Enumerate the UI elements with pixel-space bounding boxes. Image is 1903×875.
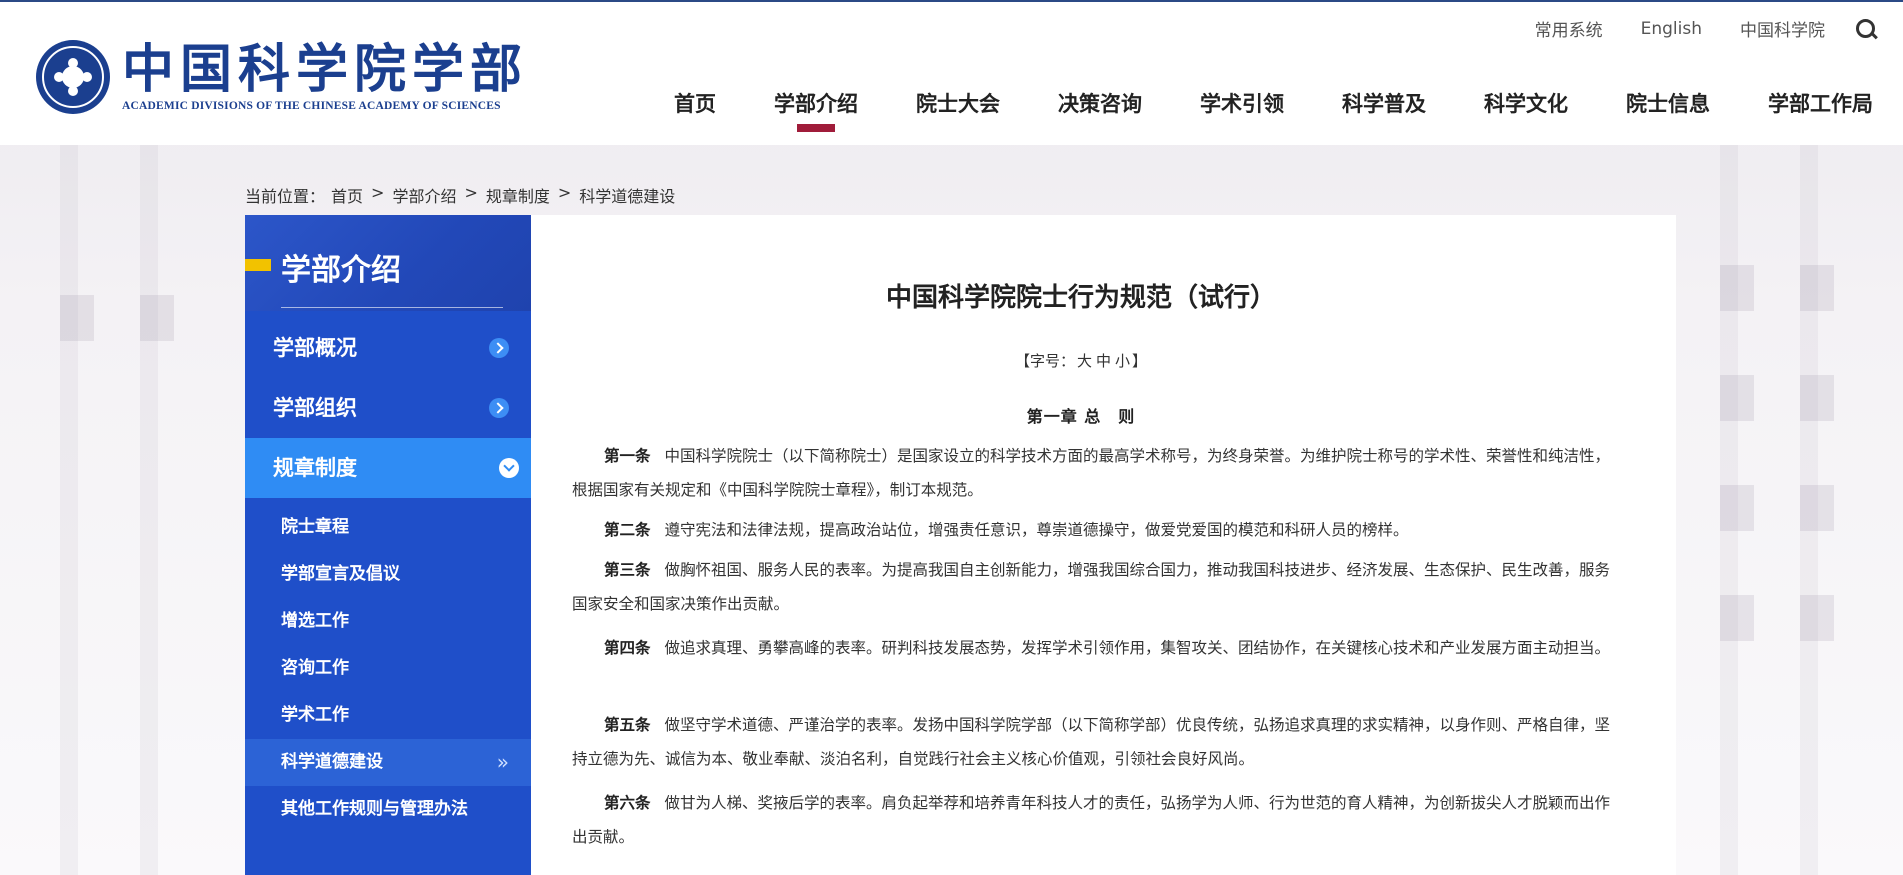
article-text: 做坚守学术道德、严谨治学的表率。发扬中国科学院学部（以下简称学部）优良传统，弘扬…: [572, 716, 1611, 768]
logo-chinese-name: 中国科学院学部: [122, 39, 529, 100]
site-header: 中国科学院学部 ACADEMIC DIVISIONS OF THE CHINES…: [0, 0, 1903, 145]
font-size-label: 【字号：: [1014, 352, 1075, 370]
double-chevron-right-icon: »: [496, 750, 509, 774]
submenu-item-label: 学部宣言及倡议: [281, 564, 400, 584]
nav-home[interactable]: 首页: [674, 88, 716, 118]
article-label: 第一条: [604, 447, 651, 465]
article-text: 做甘为人梯、奖掖后学的表率。肩负起举荐和培养青年科技人才的责任，弘扬学为人师、行…: [572, 794, 1611, 846]
nav-science-popularization[interactable]: 科学普及: [1342, 88, 1426, 118]
breadcrumb-current[interactable]: 科学道德建设: [579, 183, 675, 207]
font-size-small[interactable]: 小: [1115, 352, 1130, 370]
article-paragraph: 第四条 做追求真理、勇攀高峰的表率。研判科技发展态势，发挥学术引领作用，集智攻关、…: [572, 631, 1617, 665]
submenu-item-other-rules[interactable]: 其他工作规则与管理办法: [245, 786, 531, 833]
article-paragraph: 第五条 做坚守学术道德、严谨治学的表率。发扬中国科学院学部（以下简称学部）优良传统…: [572, 708, 1617, 776]
breadcrumb-sep: >: [557, 183, 572, 202]
logo-english-name: ACADEMIC DIVISIONS OF THE CHINESE ACADEM…: [122, 100, 501, 112]
sidebar-title: 学部介绍: [281, 253, 401, 288]
breadcrumb: 当前位置： 首页 > 学部介绍 > 规章制度 > 科学道德建设: [245, 183, 675, 207]
submenu-item-charter[interactable]: 院士章程: [245, 504, 531, 551]
article-label: 第六条: [604, 794, 651, 812]
search-icon[interactable]: [1855, 18, 1877, 40]
sidebar-item-regulations[interactable]: 规章制度: [245, 438, 541, 498]
submenu-item-label: 咨询工作: [281, 658, 349, 678]
submenu-item-academic[interactable]: 学术工作: [245, 692, 531, 739]
submenu-item-election[interactable]: 增选工作: [245, 598, 531, 645]
submenu-item-ethics[interactable]: 科学道德建设 »: [245, 739, 531, 786]
chapter-heading: 第一章 总 则: [1026, 407, 1136, 426]
sidebar-item-label: 学部概况: [273, 336, 357, 360]
breadcrumb-sep: >: [371, 183, 385, 202]
article-label: 第五条: [604, 716, 651, 734]
nav-academic-leadership[interactable]: 学术引领: [1200, 88, 1284, 118]
article-label: 第二条: [604, 521, 651, 539]
breadcrumb-home[interactable]: 首页: [331, 183, 363, 207]
font-size-bracket: 】: [1132, 352, 1148, 370]
breadcrumb-divisions-intro[interactable]: 学部介绍: [392, 183, 456, 207]
article-paragraph: 第六条 做甘为人梯、奖掖后学的表率。肩负起举荐和培养青年科技人才的责任，弘扬学为人…: [572, 786, 1617, 854]
sidebar-item-organization[interactable]: 学部组织: [245, 378, 531, 438]
submenu-item-consulting[interactable]: 咨询工作: [245, 645, 531, 692]
article-content: 中国科学院院士行为规范（试行） 【字号：大中小】 第一章 总 则 第一条 中国科学…: [531, 215, 1676, 875]
article-text: 做追求真理、勇攀高峰的表率。研判科技发展态势，发挥学术引领作用，集智攻关、团结协…: [664, 639, 1611, 657]
cas-emblem-icon: [36, 40, 110, 114]
sidebar-header: 学部介绍: [245, 215, 531, 311]
font-size-switcher: 【字号：大中小】: [531, 350, 1631, 371]
submenu-item-declarations[interactable]: 学部宣言及倡议: [245, 551, 531, 598]
article-paragraph: 第一条 中国科学院院士（以下简称院士）是国家设立的科学技术方面的最高学术称号，为终…: [572, 439, 1617, 507]
article-title: 中国科学院院士行为规范（试行）: [885, 283, 1276, 313]
submenu-item-label: 院士章程: [281, 517, 349, 537]
article-label: 第三条: [604, 561, 651, 579]
breadcrumb-prefix: 当前位置：: [245, 187, 326, 206]
utility-links: 常用系统 English 中国科学院: [1497, 16, 1877, 41]
sidebar: 学部介绍 学部概况 学部组织 规章制度 院士章程 学部宣言及倡议 增选工作 咨询…: [245, 215, 541, 875]
nav-general-assembly[interactable]: 院士大会: [916, 88, 1000, 118]
chevron-right-icon: [489, 338, 509, 358]
nav-consulting[interactable]: 决策咨询: [1058, 88, 1142, 118]
font-size-medium[interactable]: 中: [1096, 352, 1111, 370]
article-text: 做胸怀祖国、服务人民的表率。为提高我国自主创新能力，增强我国综合国力，推动我国科…: [572, 561, 1611, 613]
chevron-down-icon: [499, 458, 519, 478]
nav-divisions-intro[interactable]: 学部介绍: [774, 88, 858, 118]
submenu-item-label: 增选工作: [281, 611, 349, 631]
main-nav: 首页 学部介绍 院士大会 决策咨询 学术引领 科学普及 科学文化 院士信息 学部…: [616, 88, 1873, 118]
article-text: 中国科学院院士（以下简称院士）是国家设立的科学技术方面的最高学术称号，为终身荣誉…: [572, 447, 1611, 499]
font-size-large[interactable]: 大: [1077, 352, 1092, 370]
sidebar-item-label: 学部组织: [273, 396, 357, 420]
sidebar-item-overview[interactable]: 学部概况: [245, 318, 531, 378]
article-paragraph: 第三条 做胸怀祖国、服务人民的表率。为提高我国自主创新能力，增强我国综合国力，推动…: [572, 553, 1617, 621]
sidebar-divider: [281, 307, 503, 308]
link-cas[interactable]: 中国科学院: [1740, 16, 1825, 41]
breadcrumb-sep: >: [464, 183, 478, 202]
article-text: 遵守宪法和法律法规，提高政治站位，增强责任意识，尊崇道德操守，做爱党爱国的模范和…: [664, 521, 1409, 539]
submenu-item-label: 其他工作规则与管理办法: [281, 799, 468, 819]
link-english[interactable]: English: [1641, 19, 1702, 39]
link-common-systems[interactable]: 常用系统: [1535, 16, 1603, 41]
breadcrumb-regulations[interactable]: 规章制度: [486, 183, 550, 207]
sidebar-title-marker: [245, 259, 271, 271]
nav-academician-info[interactable]: 院士信息: [1626, 88, 1710, 118]
article-paragraph: 第二条 遵守宪法和法律法规，提高政治站位，增强责任意识，尊崇道德操守，做爱党爱国的…: [572, 513, 1617, 547]
site-logo[interactable]: 中国科学院学部 ACADEMIC DIVISIONS OF THE CHINES…: [36, 40, 528, 114]
sidebar-item-label: 规章制度: [273, 456, 357, 480]
submenu-item-label: 科学道德建设: [281, 752, 383, 772]
chevron-right-icon: [489, 398, 509, 418]
submenu-item-label: 学术工作: [281, 705, 349, 725]
article-label: 第四条: [604, 639, 651, 657]
nav-science-culture[interactable]: 科学文化: [1484, 88, 1568, 118]
nav-bureau[interactable]: 学部工作局: [1768, 88, 1873, 118]
